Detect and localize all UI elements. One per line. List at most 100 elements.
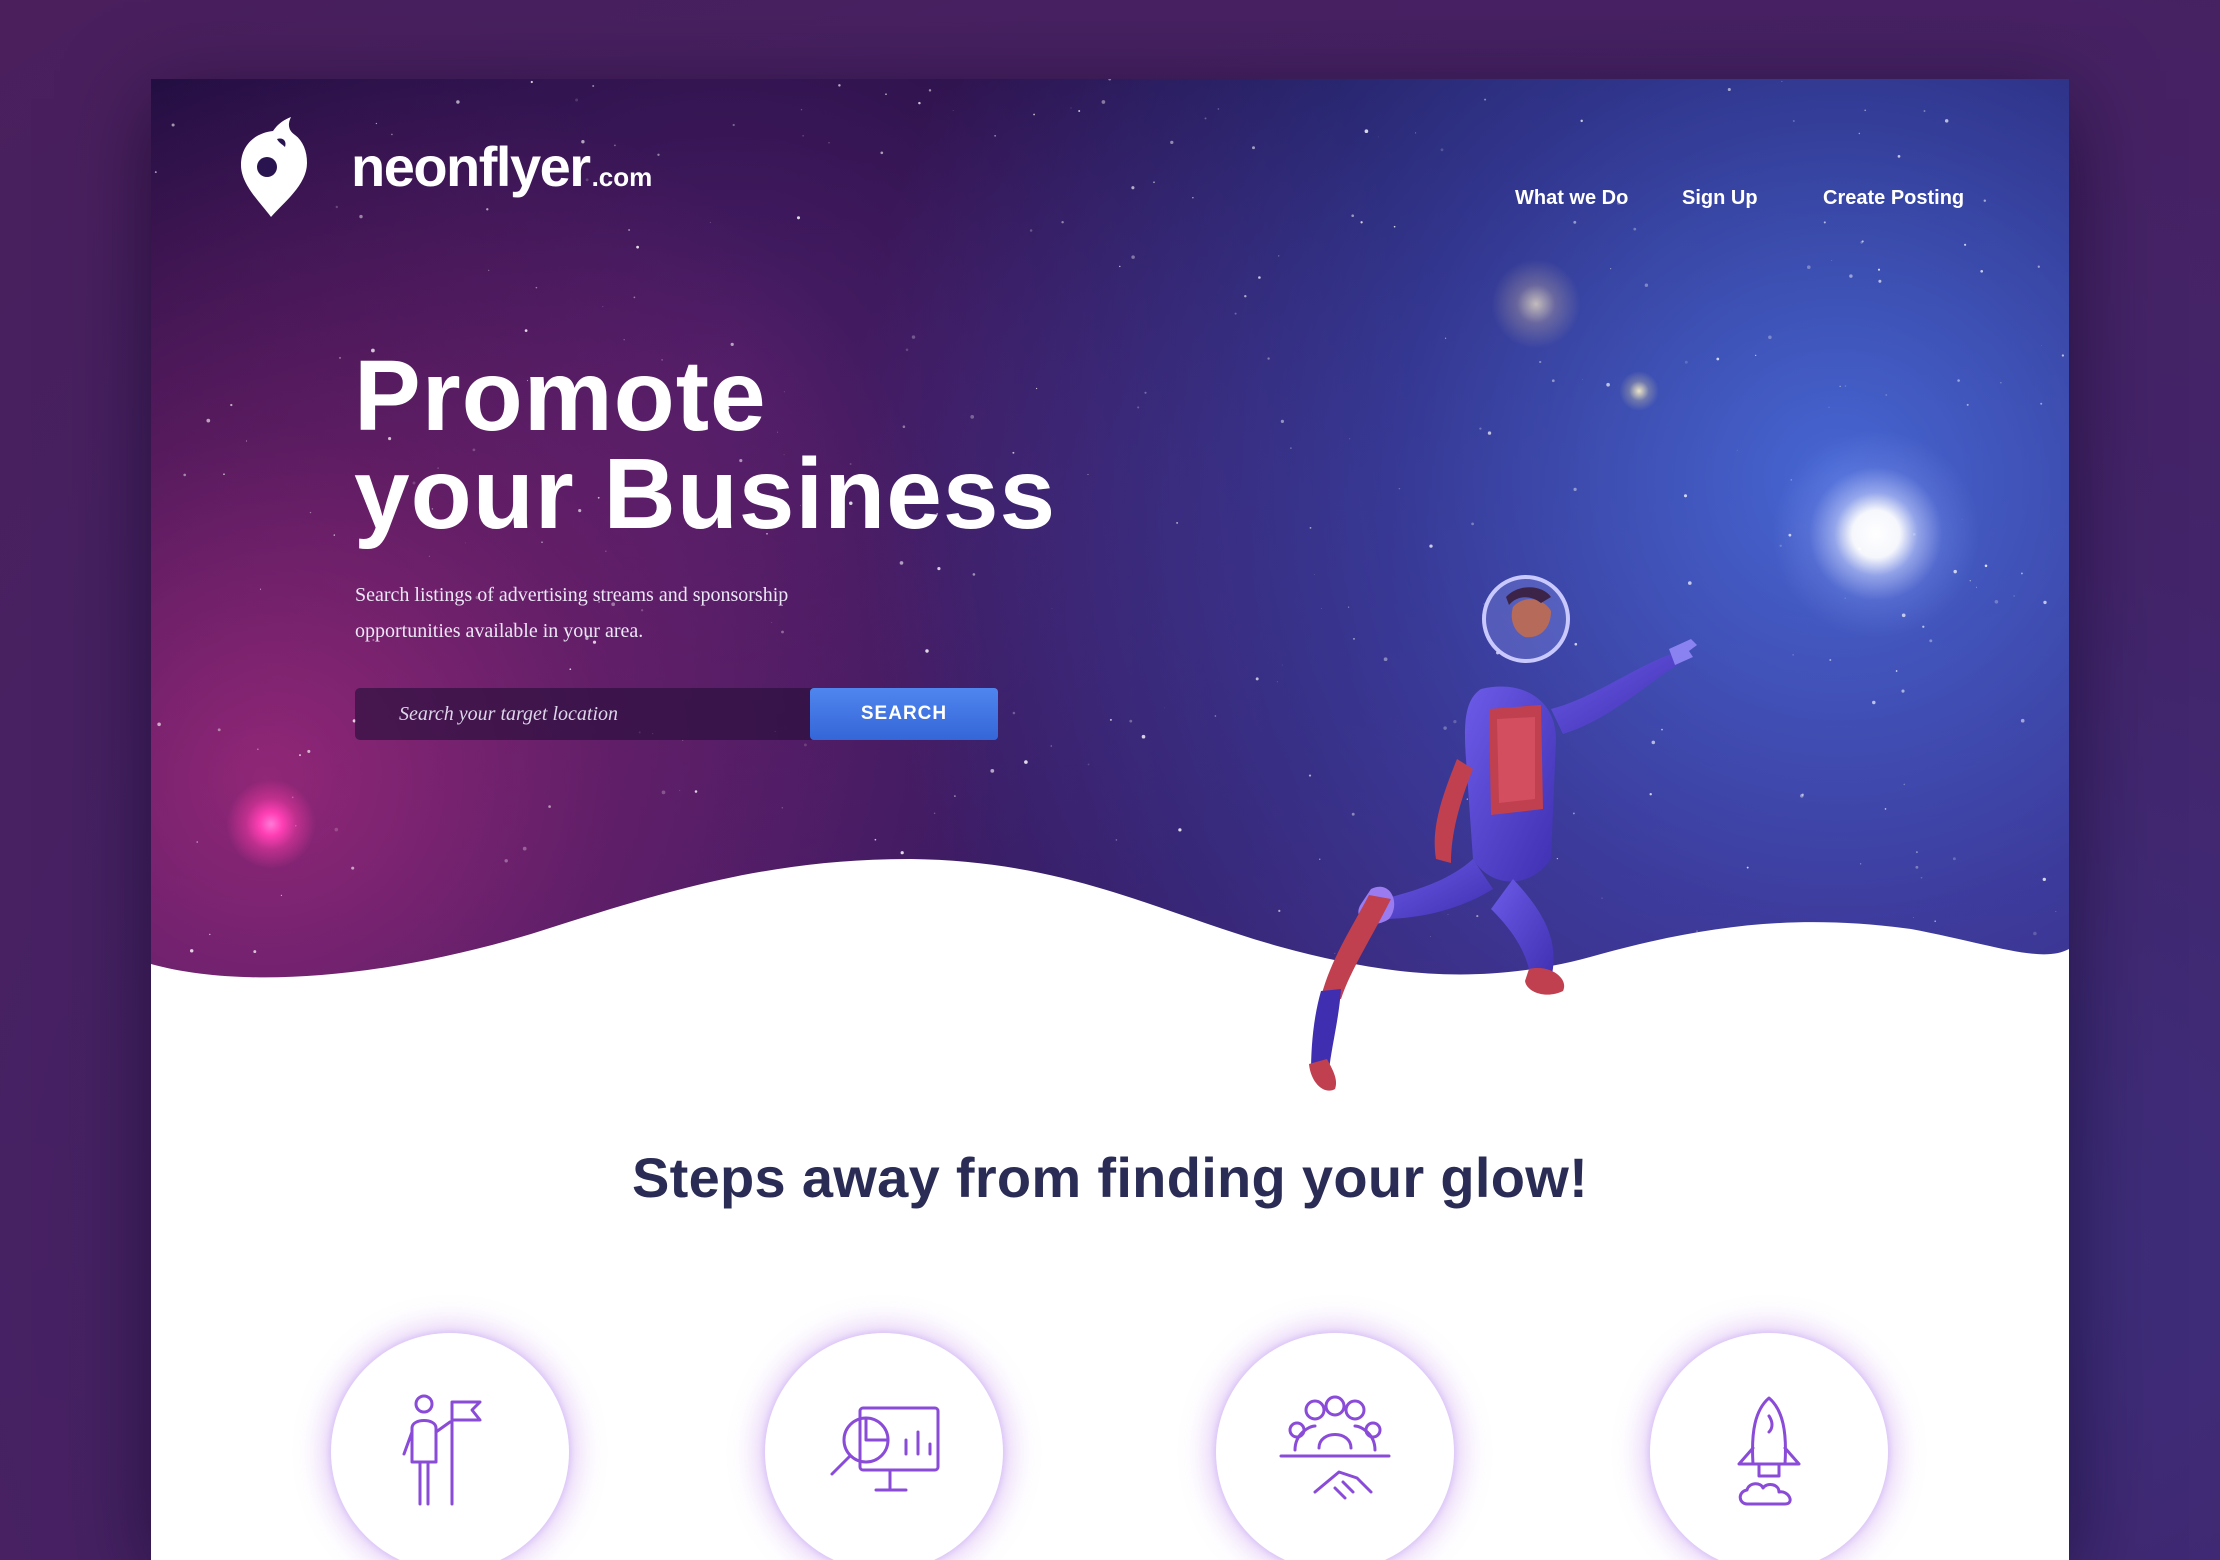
star <box>183 473 187 477</box>
nav-create-posting[interactable]: Create Posting <box>1823 187 1964 210</box>
star <box>937 567 941 571</box>
page-frame: neonflyer.com What we Do Sign Up Create … <box>151 79 2069 1560</box>
star <box>1051 607 1053 609</box>
star <box>1964 243 1967 246</box>
star <box>1684 360 1688 364</box>
step-card-launch[interactable] <box>1650 1333 1888 1560</box>
star <box>1258 276 1261 279</box>
star <box>925 649 929 653</box>
star <box>1204 117 1207 120</box>
star <box>928 89 932 92</box>
star <box>1716 357 1720 361</box>
star <box>2040 402 2043 405</box>
star <box>1844 385 1847 387</box>
star <box>1050 745 1053 747</box>
person-with-flag-icon <box>402 1394 482 1506</box>
star <box>1070 107 1072 109</box>
star <box>1078 110 1081 112</box>
star <box>1768 335 1772 340</box>
star <box>911 335 916 339</box>
star <box>1029 229 1033 232</box>
hero-section: neonflyer.com What we Do Sign Up Create … <box>151 79 2069 1091</box>
star <box>1885 394 1888 396</box>
star <box>2041 345 2042 347</box>
star <box>972 573 976 576</box>
star <box>171 123 175 127</box>
star <box>206 418 211 423</box>
star <box>1217 108 1220 110</box>
star <box>1108 79 1112 81</box>
team-handshake-icon <box>1279 1395 1391 1500</box>
brand-name: neonflyer.com <box>351 135 653 198</box>
star <box>1429 544 1433 548</box>
star <box>1109 718 1112 721</box>
star <box>1984 564 1988 568</box>
star <box>1360 221 1363 224</box>
star <box>1849 274 1853 278</box>
star <box>1980 269 1984 273</box>
star <box>2013 595 2015 597</box>
star <box>1858 132 1861 135</box>
star <box>1944 119 1949 123</box>
star <box>1348 438 1351 440</box>
star <box>524 329 528 332</box>
star <box>1792 654 1794 656</box>
nav-sign-up[interactable]: Sign Up <box>1682 187 1758 210</box>
star <box>990 769 995 773</box>
nav-what-we-do[interactable]: What we Do <box>1515 187 1628 210</box>
hero-title-line1: Promote <box>354 340 767 452</box>
star <box>1923 110 1926 112</box>
star <box>1087 763 1090 766</box>
star <box>1378 136 1379 138</box>
star <box>657 153 660 156</box>
star <box>428 555 430 557</box>
star <box>338 356 342 359</box>
step-card-analyze[interactable] <box>765 1333 1003 1560</box>
star <box>1861 240 1864 243</box>
search-button[interactable]: SEARCH <box>810 688 998 740</box>
star <box>1983 199 1987 202</box>
star <box>246 440 248 442</box>
star <box>157 722 161 727</box>
star <box>2020 718 2025 723</box>
star <box>1234 312 1237 315</box>
star <box>2061 354 2065 357</box>
star <box>1012 711 1016 715</box>
star <box>1727 87 1731 92</box>
star <box>1781 80 1783 82</box>
star <box>1393 225 1396 228</box>
star <box>1828 406 1830 408</box>
star <box>796 216 801 220</box>
step-card-connect[interactable] <box>1216 1333 1454 1560</box>
star <box>1957 379 1960 382</box>
star <box>1131 186 1135 190</box>
star <box>257 748 259 750</box>
star <box>828 142 830 144</box>
star <box>1278 255 1280 257</box>
star <box>309 511 312 514</box>
star <box>1573 487 1577 492</box>
star <box>709 221 711 223</box>
star <box>1897 155 1901 158</box>
star <box>1878 279 1882 283</box>
star <box>1214 715 1217 717</box>
star <box>1141 734 1146 739</box>
star <box>1901 689 1905 693</box>
rocket-launch-icon <box>1737 1396 1801 1506</box>
star <box>1351 214 1355 218</box>
star <box>1440 148 1444 152</box>
star <box>592 85 595 87</box>
star <box>1415 132 1417 134</box>
star <box>1829 659 1832 661</box>
star <box>217 728 221 732</box>
star <box>1966 403 1969 406</box>
star <box>1153 181 1155 184</box>
star <box>2000 382 2002 384</box>
star <box>2043 600 2047 605</box>
brand-logo[interactable]: neonflyer.com <box>237 117 652 217</box>
location-search-input[interactable] <box>355 688 805 740</box>
star <box>1582 379 1583 381</box>
star <box>1101 100 1106 104</box>
step-card-goal[interactable] <box>331 1333 569 1560</box>
star <box>1131 255 1135 259</box>
